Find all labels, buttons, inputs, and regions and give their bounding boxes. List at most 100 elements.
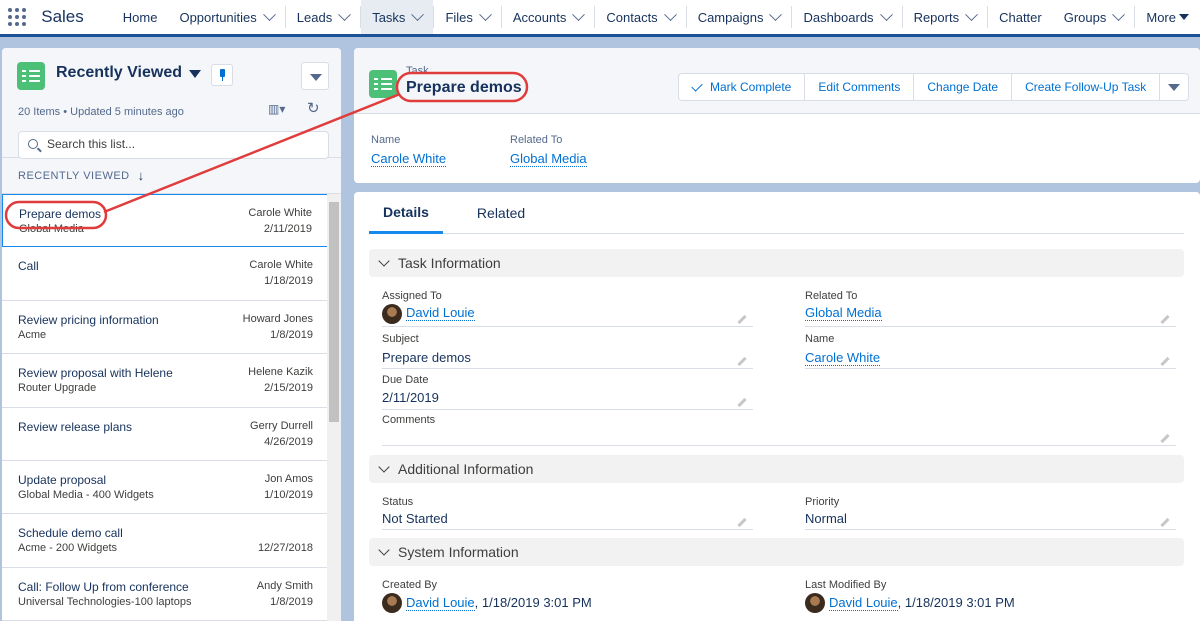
field-label: Comments: [382, 414, 436, 426]
section-task-information[interactable]: Task Information: [369, 249, 1184, 277]
list-item-name: Howard Jones: [242, 312, 313, 325]
chevron-down-icon[interactable]: [663, 7, 677, 21]
nav-tab-reports[interactable]: Reports: [903, 0, 988, 34]
highlight-name-link[interactable]: Carole White: [371, 151, 447, 167]
field-label: Due Date: [382, 374, 429, 386]
nav-tab-files[interactable]: Files: [434, 0, 500, 34]
list-search-input[interactable]: [47, 137, 317, 151]
section-system-information[interactable]: System Information: [369, 538, 1184, 566]
nav-tab-more[interactable]: More: [1135, 0, 1200, 34]
nav-tab-home[interactable]: Home: [112, 0, 169, 34]
nav-tab-label: Accounts: [512, 9, 567, 25]
field-name: Name Carole White: [805, 333, 1176, 369]
pencil-icon[interactable]: [737, 314, 747, 325]
pencil-icon[interactable]: [1160, 314, 1170, 325]
pin-icon[interactable]: [211, 64, 233, 86]
search-icon: [28, 139, 38, 149]
chevron-down-icon[interactable]: [411, 7, 425, 21]
chevron-down-icon[interactable]: [338, 7, 352, 21]
modified-by-user-link[interactable]: David Louie: [829, 595, 898, 611]
list-item-name: Carole White: [248, 207, 312, 219]
list-item[interactable]: Review release plans Gerry Durrell 4/26/20…: [2, 408, 341, 461]
chevron-down-icon[interactable]: [879, 7, 893, 21]
list-item-subject: Review release plans: [18, 419, 133, 434]
app-launcher-icon[interactable]: [0, 0, 33, 34]
list-item[interactable]: Prepare demos Global Media Carole White 2/1…: [2, 194, 341, 248]
list-view-controls-button[interactable]: [301, 62, 329, 90]
chevron-down-icon[interactable]: [262, 7, 276, 21]
nav-tab-leads[interactable]: Leads: [286, 0, 360, 34]
list-items: Prepare demos Global Media Carole White 2/1…: [2, 194, 341, 621]
list-view-title[interactable]: Recently Viewed: [56, 64, 182, 82]
created-by-user-link[interactable]: David Louie: [406, 595, 475, 611]
chevron-down-icon[interactable]: [1112, 7, 1126, 21]
chevron-down-icon[interactable]: [769, 7, 783, 21]
list-item-date: 1/8/2019: [270, 328, 313, 341]
field-label: Last Modified By: [805, 579, 887, 591]
modified-by-value: David Louie, 1/18/2019 3:01 PM: [829, 595, 1015, 611]
tab-related[interactable]: Related: [463, 192, 539, 233]
nav-tab-groups[interactable]: Groups: [1053, 0, 1135, 34]
pencil-icon[interactable]: [737, 397, 747, 408]
created-by-value: David Louie, 1/18/2019 3:01 PM: [406, 595, 592, 611]
chevron-down-icon[interactable]: [572, 7, 586, 21]
list-scrollbar[interactable]: [327, 194, 341, 621]
list-search-box[interactable]: [18, 131, 329, 159]
mark-complete-label: Mark Complete: [710, 80, 792, 94]
chevron-down-icon: [378, 461, 390, 473]
list-item-subject: Review pricing information: [18, 312, 159, 327]
list-column-header[interactable]: RECENTLY VIEWED ↓: [2, 158, 341, 194]
pencil-icon[interactable]: [737, 356, 747, 367]
list-item[interactable]: Schedule demo call Acme - 200 Widgets 12/2…: [2, 514, 341, 568]
list-item[interactable]: Review pricing information Acme Howard Jon…: [2, 301, 341, 355]
nav-tab-tasks[interactable]: Tasks: [361, 0, 434, 37]
pencil-icon[interactable]: [1160, 356, 1170, 367]
list-view-meta: 20 Items • Updated 5 minutes ago: [18, 106, 184, 118]
record-title: Prepare demos: [406, 79, 522, 96]
field-priority: Priority Normal: [805, 496, 1176, 530]
record-type-label: Task: [406, 65, 429, 77]
refresh-icon[interactable]: ↻: [307, 99, 320, 117]
pencil-icon[interactable]: [1160, 433, 1170, 444]
name-link[interactable]: Carole White: [805, 350, 881, 366]
list-item[interactable]: Review proposal with Helene Router Upgrad…: [2, 354, 341, 408]
related-to-link[interactable]: Global Media: [805, 305, 882, 321]
field-label: Related To: [805, 290, 858, 302]
list-item[interactable]: Call Carole White 1/18/2019: [2, 247, 341, 301]
nav-tab-label: Campaigns: [697, 9, 764, 25]
chevron-down-icon[interactable]: [965, 7, 978, 21]
assigned-to-link[interactable]: David Louie: [406, 305, 475, 321]
list-item-related: Acme: [18, 328, 47, 341]
create-follow-up-task-button[interactable]: Create Follow-Up Task: [1011, 73, 1161, 101]
section-additional-information[interactable]: Additional Information: [369, 455, 1184, 483]
view-toggle-icon[interactable]: ▥▾: [268, 102, 285, 116]
list-view-switcher-icon[interactable]: [189, 70, 201, 78]
highlight-related-label: Related To: [510, 134, 563, 146]
avatar: [382, 593, 402, 613]
field-label: Subject: [382, 333, 419, 345]
field-label: Status: [382, 496, 414, 508]
pencil-icon[interactable]: [1160, 517, 1170, 528]
chevron-down-icon[interactable]: [479, 7, 492, 21]
list-item-subject: Call: [18, 259, 39, 274]
change-date-button[interactable]: Change Date: [913, 73, 1013, 101]
nav-tab-campaigns[interactable]: Campaigns: [687, 0, 792, 34]
scrollbar-thumb[interactable]: [329, 202, 339, 422]
field-label: Name: [805, 333, 835, 345]
tab-details[interactable]: Details: [369, 192, 443, 234]
more-actions-button[interactable]: [1159, 73, 1190, 101]
list-item[interactable]: Call: Follow Up from conference Universal…: [2, 568, 341, 621]
nav-tab-dashboards[interactable]: Dashboards: [792, 0, 901, 34]
highlight-related-link[interactable]: Global Media: [510, 151, 587, 167]
list-item-related: Router Upgrade: [18, 382, 97, 395]
field-status: Status Not Started: [382, 496, 753, 530]
section-title: Task Information: [398, 255, 501, 271]
nav-tab-opportunities[interactable]: Opportunities: [168, 0, 284, 34]
list-item[interactable]: Update proposal Global Media - 400 Widget…: [2, 461, 341, 515]
edit-comments-button[interactable]: Edit Comments: [804, 73, 915, 101]
nav-tab-chatter[interactable]: Chatter: [988, 0, 1053, 34]
nav-tab-contacts[interactable]: Contacts: [595, 0, 685, 34]
nav-tab-accounts[interactable]: Accounts: [502, 0, 594, 34]
mark-complete-button[interactable]: Mark Complete: [678, 73, 806, 101]
pencil-icon[interactable]: [737, 517, 747, 528]
